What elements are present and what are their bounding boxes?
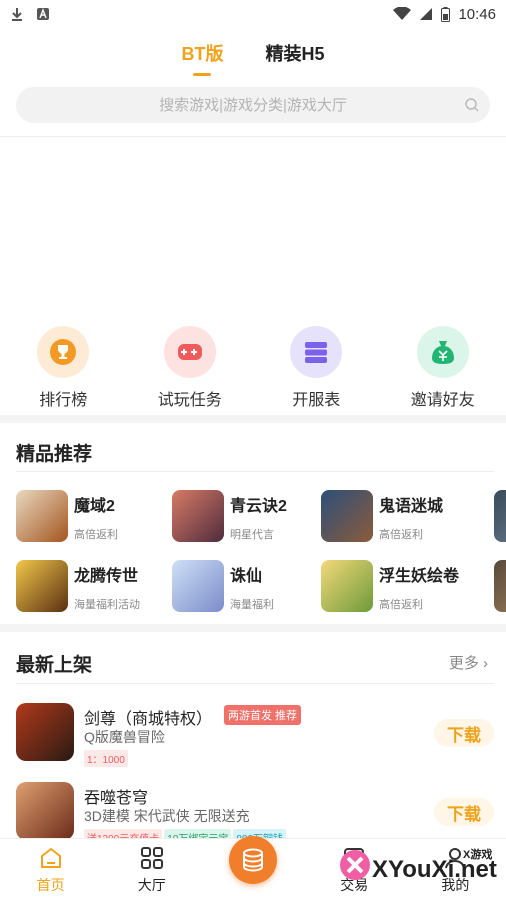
latest-item[interactable]: 剑尊（商城特权） 两游首发 推荐 Q版魔兽冒险 1：1000 下载 <box>16 703 494 767</box>
game-tag: 高倍返利 <box>379 529 423 541</box>
status-time: 10:46 <box>458 5 496 23</box>
section-divider <box>0 624 506 632</box>
featured-item-partial[interactable] <box>494 560 506 614</box>
featured-item[interactable]: 青云诀2 明星代言 <box>172 490 312 544</box>
game-tag: 高倍返利 <box>74 529 118 541</box>
game-thumbnail <box>172 490 224 542</box>
search-bar[interactable] <box>16 87 490 123</box>
game-tag: 海量福利活动 <box>74 599 140 611</box>
game-name: 浮生妖绘卷 <box>379 568 460 585</box>
trophy-icon <box>37 326 90 378</box>
coin-stack-icon <box>243 848 263 872</box>
featured-divider <box>16 471 494 472</box>
featured-item-partial[interactable] <box>494 490 506 544</box>
featured-item[interactable]: 鬼语迷城 高倍返利 <box>321 490 461 544</box>
download-button[interactable]: 下载 <box>434 798 494 826</box>
watermark-small-text: X游戏 <box>463 849 493 861</box>
section-divider <box>0 415 506 423</box>
game-thumbnail <box>172 560 224 612</box>
quick-link-ranking[interactable]: 排行榜 <box>0 326 127 412</box>
featured-title: 精品推荐 <box>16 444 93 465</box>
game-name: 吞噬苍穹 <box>84 790 149 807</box>
featured-grid: 魔域2 高倍返利 青云诀2 明星代言 鬼语迷城高倍返利 龙腾传世海量福利活动 诛仙海… <box>16 490 506 616</box>
grid-icon <box>140 847 163 869</box>
game-name: 青云诀2 <box>230 498 287 515</box>
game-tag: 1：1000 <box>84 750 128 767</box>
banner-area[interactable] <box>0 138 506 324</box>
quick-link-label: 排行榜 <box>39 392 88 409</box>
game-thumbnail <box>321 490 373 542</box>
game-name: 魔域2 <box>74 498 115 515</box>
featured-item[interactable]: 浮生妖绘卷 高倍返利 <box>321 560 461 614</box>
gamepad-icon <box>163 326 216 378</box>
game-thumbnail <box>16 782 74 840</box>
tab-h5[interactable]: 精装H5 <box>265 34 324 74</box>
wifi-icon <box>393 7 412 20</box>
game-name: 诛仙 <box>230 568 263 585</box>
game-description: 3D建模 宋代武侠 无限送充 <box>84 808 250 824</box>
header-divider <box>0 136 506 137</box>
game-tag: 海量福利 <box>230 599 274 611</box>
chevron-right-icon: › <box>483 655 488 672</box>
server-icon <box>290 326 343 378</box>
featured-item[interactable]: 魔域2 高倍返利 <box>16 490 156 544</box>
center-action-button[interactable] <box>229 836 277 884</box>
quick-link-label: 试玩任务 <box>157 392 222 409</box>
game-thumbnail <box>16 703 74 761</box>
latest-item[interactable]: 吞噬苍穹 3D建模 宋代武侠 无限送充 送1200元充值卡 10万绑定元宝 80… <box>16 782 494 846</box>
nav-label: 首页 <box>36 877 65 893</box>
site-watermark: XYouXi.net X游戏 <box>336 840 506 896</box>
game-name: 鬼语迷城 <box>379 498 444 515</box>
nav-home[interactable]: 首页 <box>0 839 101 900</box>
game-tag: 高倍返利 <box>379 599 423 611</box>
quick-link-invite-friends[interactable]: 邀请好友 <box>380 326 506 412</box>
search-input[interactable] <box>16 96 490 114</box>
battery-icon <box>441 6 451 22</box>
quick-link-label: 开服表 <box>292 392 341 409</box>
quick-link-trial-tasks[interactable]: 试玩任务 <box>127 326 254 412</box>
status-bar: 10:46 <box>0 0 506 28</box>
quick-link-server-list[interactable]: 开服表 <box>253 326 380 412</box>
search-icon[interactable] <box>464 97 480 113</box>
featured-item[interactable]: 诛仙 海量福利 <box>172 560 312 614</box>
game-description: Q版魔兽冒险 <box>84 729 165 745</box>
more-link[interactable]: 更多 › <box>449 652 488 673</box>
quick-link-label: 邀请好友 <box>410 392 475 409</box>
game-tags: 1：1000 <box>84 750 128 767</box>
top-tabs: BT版 精装H5 <box>0 34 506 74</box>
game-thumbnail <box>16 490 68 542</box>
money-bag-icon <box>416 326 469 378</box>
quick-links: 排行榜 试玩任务 开服表 邀请好友 <box>0 326 506 412</box>
first-release-badge: 两游首发 推荐 <box>224 705 302 725</box>
home-icon <box>40 848 61 868</box>
nav-label: 大厅 <box>137 877 166 893</box>
game-thumbnail <box>16 560 68 612</box>
latest-title: 最新上架 <box>16 655 93 676</box>
download-icon <box>12 8 22 21</box>
more-label: 更多 <box>448 655 479 672</box>
nav-hall[interactable]: 大厅 <box>101 839 202 900</box>
app-notification-icon <box>37 8 49 20</box>
signal-icon <box>420 8 433 20</box>
tab-bt[interactable]: BT版 <box>181 34 223 74</box>
game-thumbnail <box>494 560 506 612</box>
game-name: 龙腾传世 <box>74 568 139 585</box>
game-thumbnail <box>494 490 506 542</box>
watermark-logo-icon <box>340 850 370 880</box>
game-tag: 明星代言 <box>230 529 274 541</box>
download-button[interactable]: 下载 <box>434 719 494 747</box>
latest-divider <box>16 683 494 684</box>
game-name: 剑尊（商城特权） <box>84 711 213 728</box>
game-thumbnail <box>321 560 373 612</box>
featured-item[interactable]: 龙腾传世海量福利活动 <box>16 560 156 614</box>
